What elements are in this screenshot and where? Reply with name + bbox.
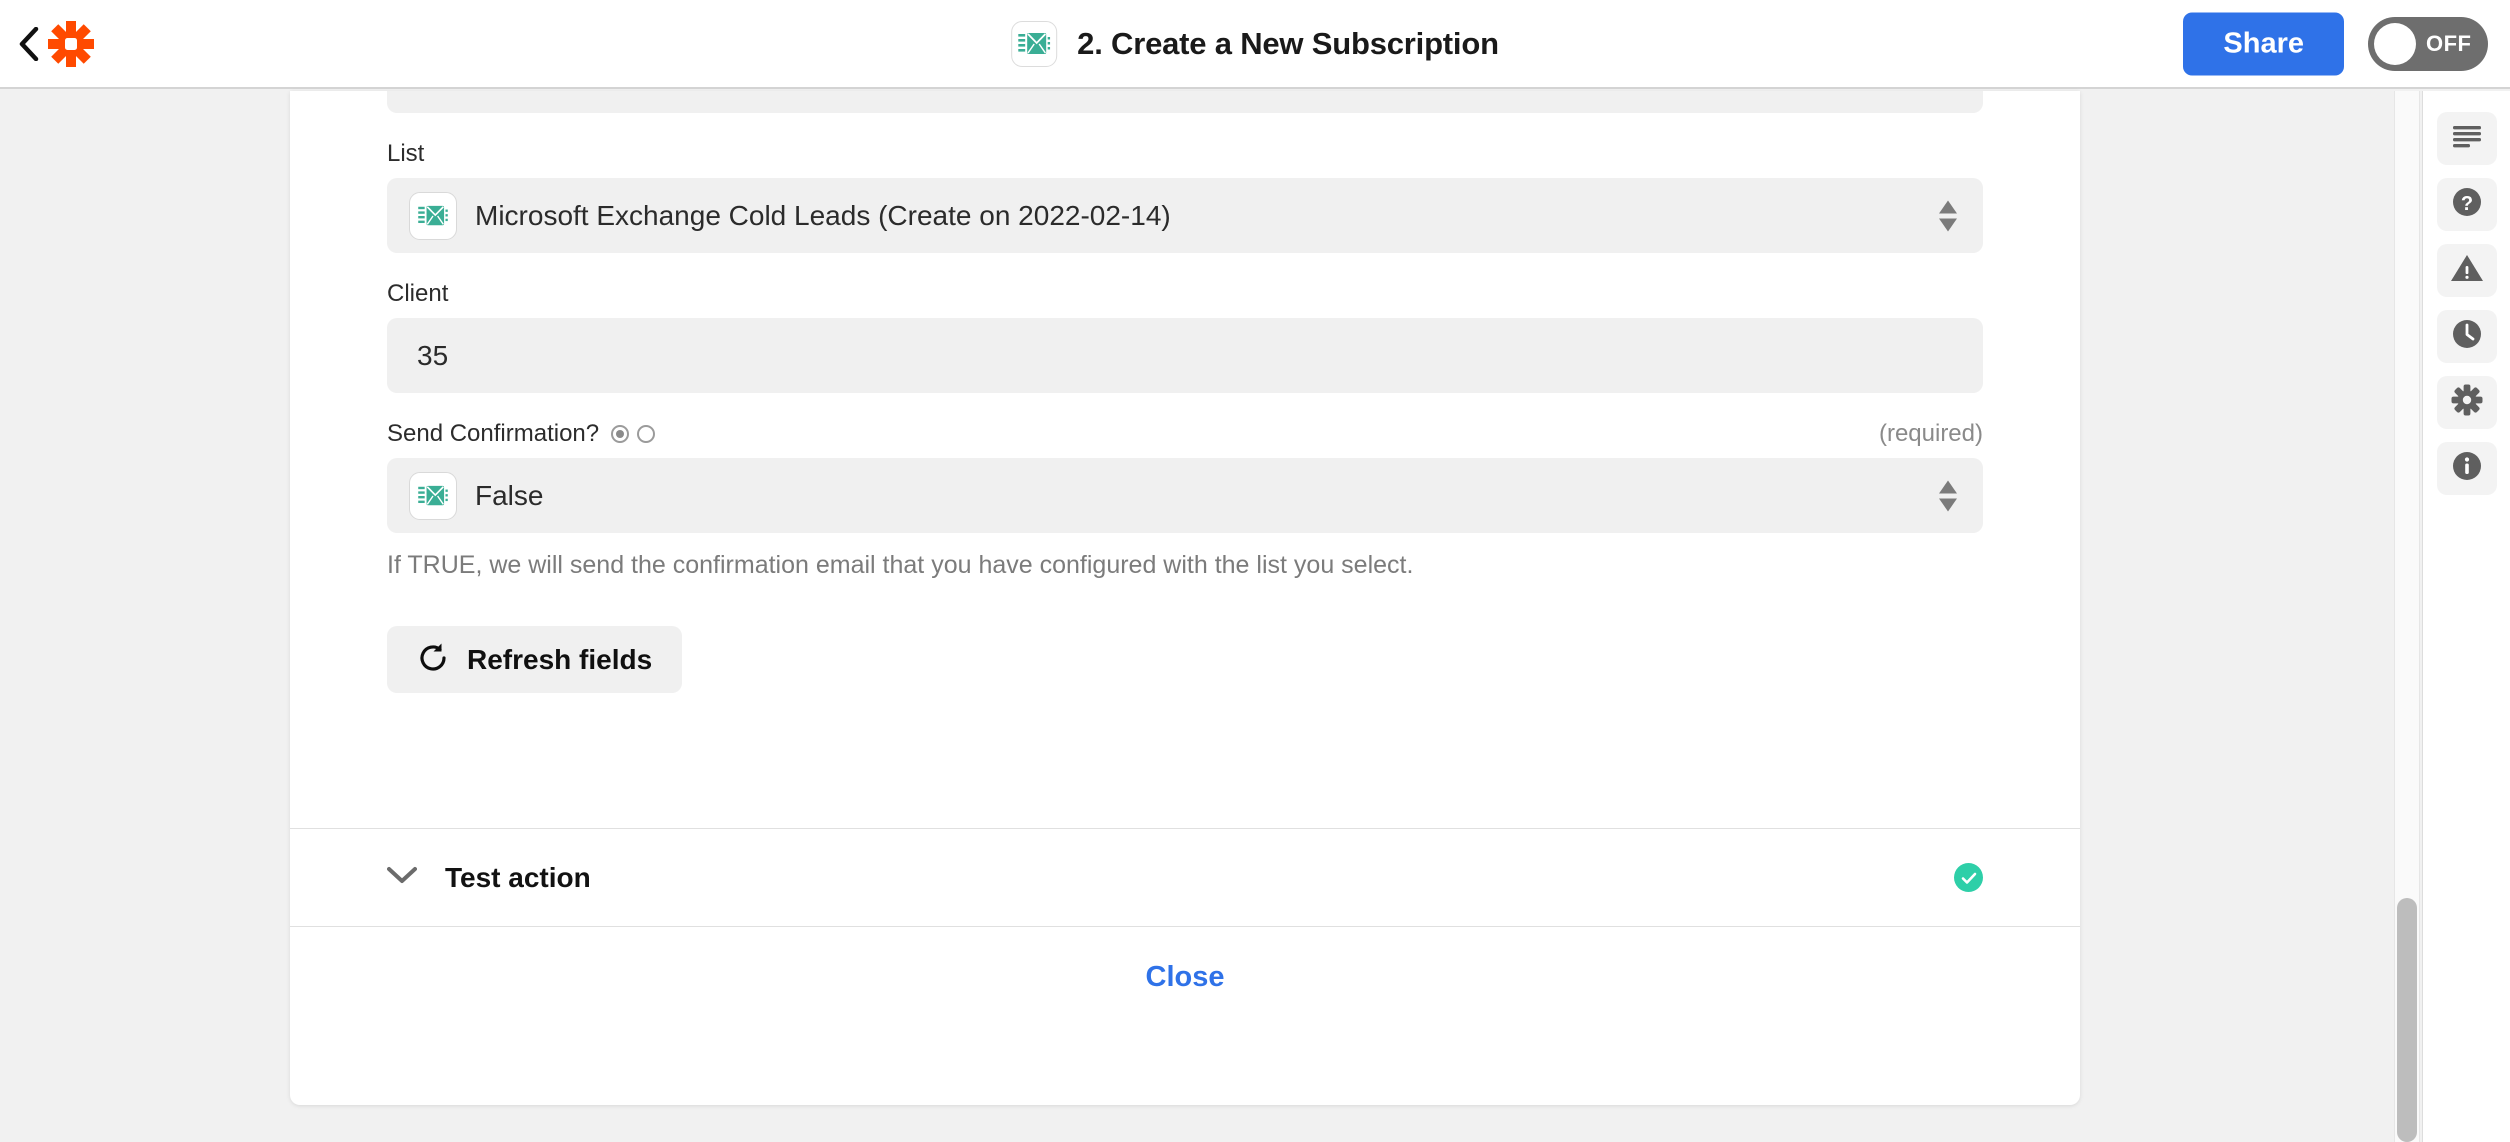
- sidebar-item-issues[interactable]: [2436, 244, 2497, 297]
- email-envelope-icon: [1011, 20, 1058, 67]
- list-select-value: Microsoft Exchange Cold Leads (Create on…: [475, 199, 1171, 231]
- toggle-state-label: OFF: [2426, 30, 2472, 56]
- toggle-knob: [2374, 22, 2416, 65]
- field-list-label: List: [387, 140, 425, 167]
- form-area: List Microsoft Exchange Cold Leads (Crea…: [290, 91, 2080, 828]
- mode-radio-group: [611, 425, 656, 443]
- field-list-label-row: List: [387, 140, 1983, 168]
- field-client-label: Client: [387, 280, 449, 307]
- send-confirmation-help-text: If TRUE, we will send the confirmation e…: [387, 551, 1414, 579]
- warning-triangle-icon: [2450, 253, 2484, 288]
- field-client-label-row: Client: [387, 280, 1983, 308]
- clipped-field-above: [387, 91, 1983, 113]
- info-circle-icon: [2451, 450, 2483, 487]
- zapier-logo-icon[interactable]: [45, 18, 97, 70]
- close-button[interactable]: Close: [1146, 961, 1225, 994]
- page-scrollbar-thumb[interactable]: [2397, 898, 2417, 1142]
- email-envelope-icon: [409, 191, 457, 240]
- header-title-group: 2. Create a New Subscription: [1011, 20, 1499, 67]
- refresh-fields-label: Refresh fields: [467, 643, 653, 675]
- field-send-confirmation-label: Send Confirmation?: [387, 420, 600, 447]
- test-action-label: Test action: [445, 861, 591, 893]
- radio-mode-dropdown[interactable]: [611, 425, 630, 443]
- share-button[interactable]: Share: [2183, 12, 2344, 75]
- lines-icon: [2452, 124, 2482, 153]
- app-root: 2. Create a New Subscription Share OFF L…: [0, 0, 2510, 1142]
- page-title: 2. Create a New Subscription: [1077, 25, 1499, 61]
- field-client: Client 35: [387, 280, 1983, 393]
- sidebar-item-settings[interactable]: [2436, 376, 2497, 429]
- card-footer: Close: [290, 927, 2080, 1027]
- field-list: List Microsoft Exchange Cold Leads (Crea…: [387, 140, 1983, 253]
- required-note: (required): [1878, 420, 1983, 447]
- field-send-confirmation: Send Confirmation? (required) False If T…: [387, 420, 1983, 581]
- sidebar-item-info[interactable]: [2436, 442, 2497, 495]
- send-confirmation-value: False: [475, 479, 544, 511]
- list-select[interactable]: Microsoft Exchange Cold Leads (Create on…: [387, 178, 1983, 253]
- question-circle-icon: ?: [2451, 186, 2483, 223]
- client-input-value: 35: [417, 339, 449, 371]
- refresh-icon: [417, 642, 449, 677]
- action-setup-card: List Microsoft Exchange Cold Leads (Crea…: [290, 91, 2080, 1105]
- clock-icon: [2451, 318, 2483, 355]
- app-header: 2. Create a New Subscription Share OFF: [0, 0, 2510, 89]
- chevron-left-icon: [19, 26, 39, 61]
- sidebar-item-help[interactable]: ?: [2436, 178, 2497, 231]
- zap-on-off-toggle[interactable]: OFF: [2368, 16, 2488, 71]
- refresh-fields-button[interactable]: Refresh fields: [387, 626, 683, 694]
- chevron-down-icon[interactable]: [387, 866, 417, 889]
- back-button[interactable]: [12, 24, 46, 64]
- right-sidebar: ?: [2422, 91, 2510, 1142]
- client-input[interactable]: 35: [387, 318, 1983, 393]
- field-send-confirmation-label-row: Send Confirmation? (required): [387, 420, 1983, 448]
- check-circle-icon: [1954, 863, 1983, 893]
- sidebar-item-notes[interactable]: [2436, 112, 2497, 165]
- svg-text:?: ?: [2460, 193, 2472, 215]
- stepper-arrows-icon[interactable]: [1939, 200, 1957, 231]
- sidebar-item-history[interactable]: [2436, 310, 2497, 363]
- test-action-row[interactable]: Test action: [290, 829, 2080, 926]
- radio-mode-custom[interactable]: [637, 425, 656, 443]
- email-envelope-icon: [409, 471, 457, 520]
- gear-icon: [2451, 384, 2483, 421]
- stepper-arrows-icon[interactable]: [1939, 480, 1957, 511]
- send-confirmation-select[interactable]: False: [387, 458, 1983, 533]
